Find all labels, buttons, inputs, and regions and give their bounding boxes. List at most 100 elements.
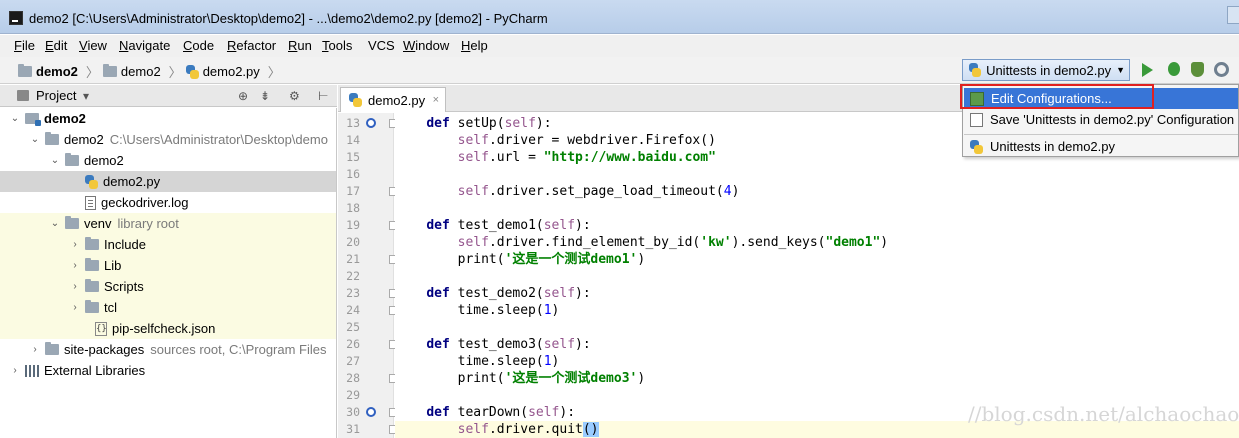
- profile-icon[interactable]: [1214, 62, 1229, 77]
- chevron-right-icon[interactable]: ›: [70, 281, 80, 292]
- menu-refactor[interactable]: Refactor: [227, 38, 276, 53]
- line-number: 20: [346, 235, 360, 249]
- line-number: 19: [346, 218, 360, 232]
- run-icon[interactable]: [1142, 63, 1153, 77]
- code-line: self.driver.set_page_load_timeout(4): [457, 184, 740, 199]
- tree-item-demo2-py[interactable]: demo2.py: [0, 171, 336, 192]
- line-number: 30: [346, 405, 360, 419]
- code-line: def test_demo2(self):: [426, 286, 591, 301]
- chevron-right-icon[interactable]: ›: [30, 344, 40, 355]
- unittests-config-item[interactable]: Unittests in demo2.py: [964, 136, 1238, 157]
- navigation-bar: demo2 〉 demo2 〉 demo2.py 〉 Unittests in …: [0, 57, 1239, 84]
- tab-demo2-py[interactable]: demo2.py ×: [340, 87, 446, 112]
- chevron-down-icon[interactable]: ⌄: [50, 155, 60, 166]
- tree-item-scripts[interactable]: › Scripts: [0, 276, 336, 297]
- menu-run[interactable]: Run: [288, 38, 312, 53]
- tree-item-root[interactable]: ⌄ demo2: [0, 108, 336, 129]
- code-line: def test_demo1(self):: [426, 218, 591, 233]
- code-line: time.sleep(1): [395, 354, 560, 369]
- chevron-down-icon[interactable]: ⌄: [10, 113, 20, 124]
- menu-tools[interactable]: Tools: [322, 38, 352, 53]
- breadcrumb-separator: 〉: [85, 65, 99, 80]
- tree-item-demo2-subfolder[interactable]: ⌄ demo2: [0, 150, 336, 171]
- override-marker-icon[interactable]: [366, 407, 376, 417]
- folder-icon: [65, 216, 79, 229]
- text-file-icon: [85, 195, 96, 210]
- menu-window[interactable]: Window: [403, 38, 449, 53]
- menu-view[interactable]: View: [79, 38, 107, 53]
- run-configuration-selector[interactable]: Unittests in demo2.py ▼: [962, 59, 1130, 81]
- menu-edit[interactable]: Edit: [45, 38, 67, 53]
- line-number: 28: [346, 371, 360, 385]
- run-config-label: Unittests in demo2.py: [986, 62, 1112, 78]
- line-number: 17: [346, 184, 360, 198]
- breadcrumb-folder[interactable]: demo2: [121, 64, 161, 79]
- tree-item-lib[interactable]: › Lib: [0, 255, 336, 276]
- code-line: print('这是一个测试demo3'): [395, 371, 646, 386]
- tree-item-label: geckodriver.log: [101, 195, 189, 210]
- code-editor[interactable]: def setUp(self): self.driver = webdriver…: [395, 113, 1239, 438]
- code-line: def test_demo3(self):: [426, 337, 591, 352]
- tree-item-external-libraries[interactable]: › External Libraries: [0, 360, 336, 381]
- folder-icon: [85, 279, 99, 292]
- line-number: 29: [346, 388, 360, 402]
- locate-icon[interactable]: ⊕: [238, 89, 248, 103]
- debug-icon[interactable]: [1168, 62, 1180, 76]
- line-number: 27: [346, 354, 360, 368]
- tree-item-demo2-folder[interactable]: ⌄ demo2 C:\Users\Administrator\Desktop\d…: [0, 129, 336, 150]
- tree-item-label: Scripts: [104, 279, 144, 294]
- chevron-right-icon[interactable]: ›: [10, 365, 20, 376]
- tree-item-hint: library root: [117, 216, 179, 231]
- minimize-button[interactable]: [1227, 6, 1239, 24]
- menu-navigate[interactable]: Navigate: [119, 38, 170, 53]
- folder-icon: [65, 153, 79, 166]
- chevron-down-icon[interactable]: ⌄: [30, 134, 40, 145]
- chevron-right-icon[interactable]: ›: [70, 239, 80, 250]
- menu-vcs[interactable]: VCS: [368, 38, 395, 53]
- tree-item-geckodriver-log[interactable]: geckodriver.log: [0, 192, 336, 213]
- tree-item-site-packages[interactable]: › site-packages sources root, C:\Program…: [0, 339, 336, 360]
- tree-item-hint: sources root, C:\Program Files: [150, 342, 327, 357]
- menu-file[interactable]: File: [14, 38, 35, 53]
- line-number: 23: [346, 286, 360, 300]
- hide-panel-icon[interactable]: ⊢: [318, 89, 328, 103]
- module-icon: [25, 113, 41, 126]
- folder-icon: [102, 64, 117, 77]
- close-icon[interactable]: ×: [433, 94, 439, 106]
- save-configuration-item[interactable]: Save 'Unittests in demo2.py' Configurati…: [964, 109, 1238, 130]
- collapse-all-icon[interactable]: ⇟: [260, 89, 270, 103]
- menu-item-label: Save 'Unittests in demo2.py' Configurati…: [990, 112, 1235, 127]
- folder-icon: [45, 132, 59, 145]
- breadcrumb-root[interactable]: demo2: [36, 64, 78, 79]
- line-number: 24: [346, 303, 360, 317]
- chevron-down-icon[interactable]: ⌄: [50, 218, 60, 229]
- tree-item-pip-selfcheck[interactable]: {} pip-selfcheck.json: [0, 318, 336, 339]
- gear-icon[interactable]: ⚙: [289, 89, 300, 103]
- chevron-right-icon[interactable]: ›: [70, 302, 80, 313]
- breadcrumb-separator: 〉: [267, 65, 281, 80]
- chevron-down-icon[interactable]: ▾: [83, 89, 89, 103]
- chevron-right-icon[interactable]: ›: [70, 260, 80, 271]
- menu-help[interactable]: Help: [461, 38, 488, 53]
- override-marker-icon[interactable]: [366, 118, 376, 128]
- tree-item-include[interactable]: › Include: [0, 234, 336, 255]
- python-file-icon: [349, 93, 362, 107]
- project-tree: ⌄ demo2 ⌄ demo2 C:\Users\Administrator\D…: [0, 108, 337, 438]
- menu-code[interactable]: Code: [183, 38, 214, 53]
- tree-item-label: demo2: [84, 153, 124, 168]
- tree-item-label: pip-selfcheck.json: [112, 321, 216, 336]
- tree-item-label: demo2.py: [103, 174, 161, 189]
- breadcrumb-file[interactable]: demo2.py: [203, 64, 260, 79]
- tree-item-venv[interactable]: ⌄ venv library root: [0, 213, 336, 234]
- line-number: 15: [346, 150, 360, 164]
- tree-item-tcl[interactable]: › tcl: [0, 297, 336, 318]
- line-number: 25: [346, 320, 360, 334]
- line-number: 18: [346, 201, 360, 215]
- chevron-down-icon: ▼: [1116, 65, 1125, 75]
- project-panel-title[interactable]: Project: [36, 88, 76, 103]
- tab-label: demo2.py: [368, 92, 426, 108]
- coverage-icon[interactable]: [1191, 62, 1204, 77]
